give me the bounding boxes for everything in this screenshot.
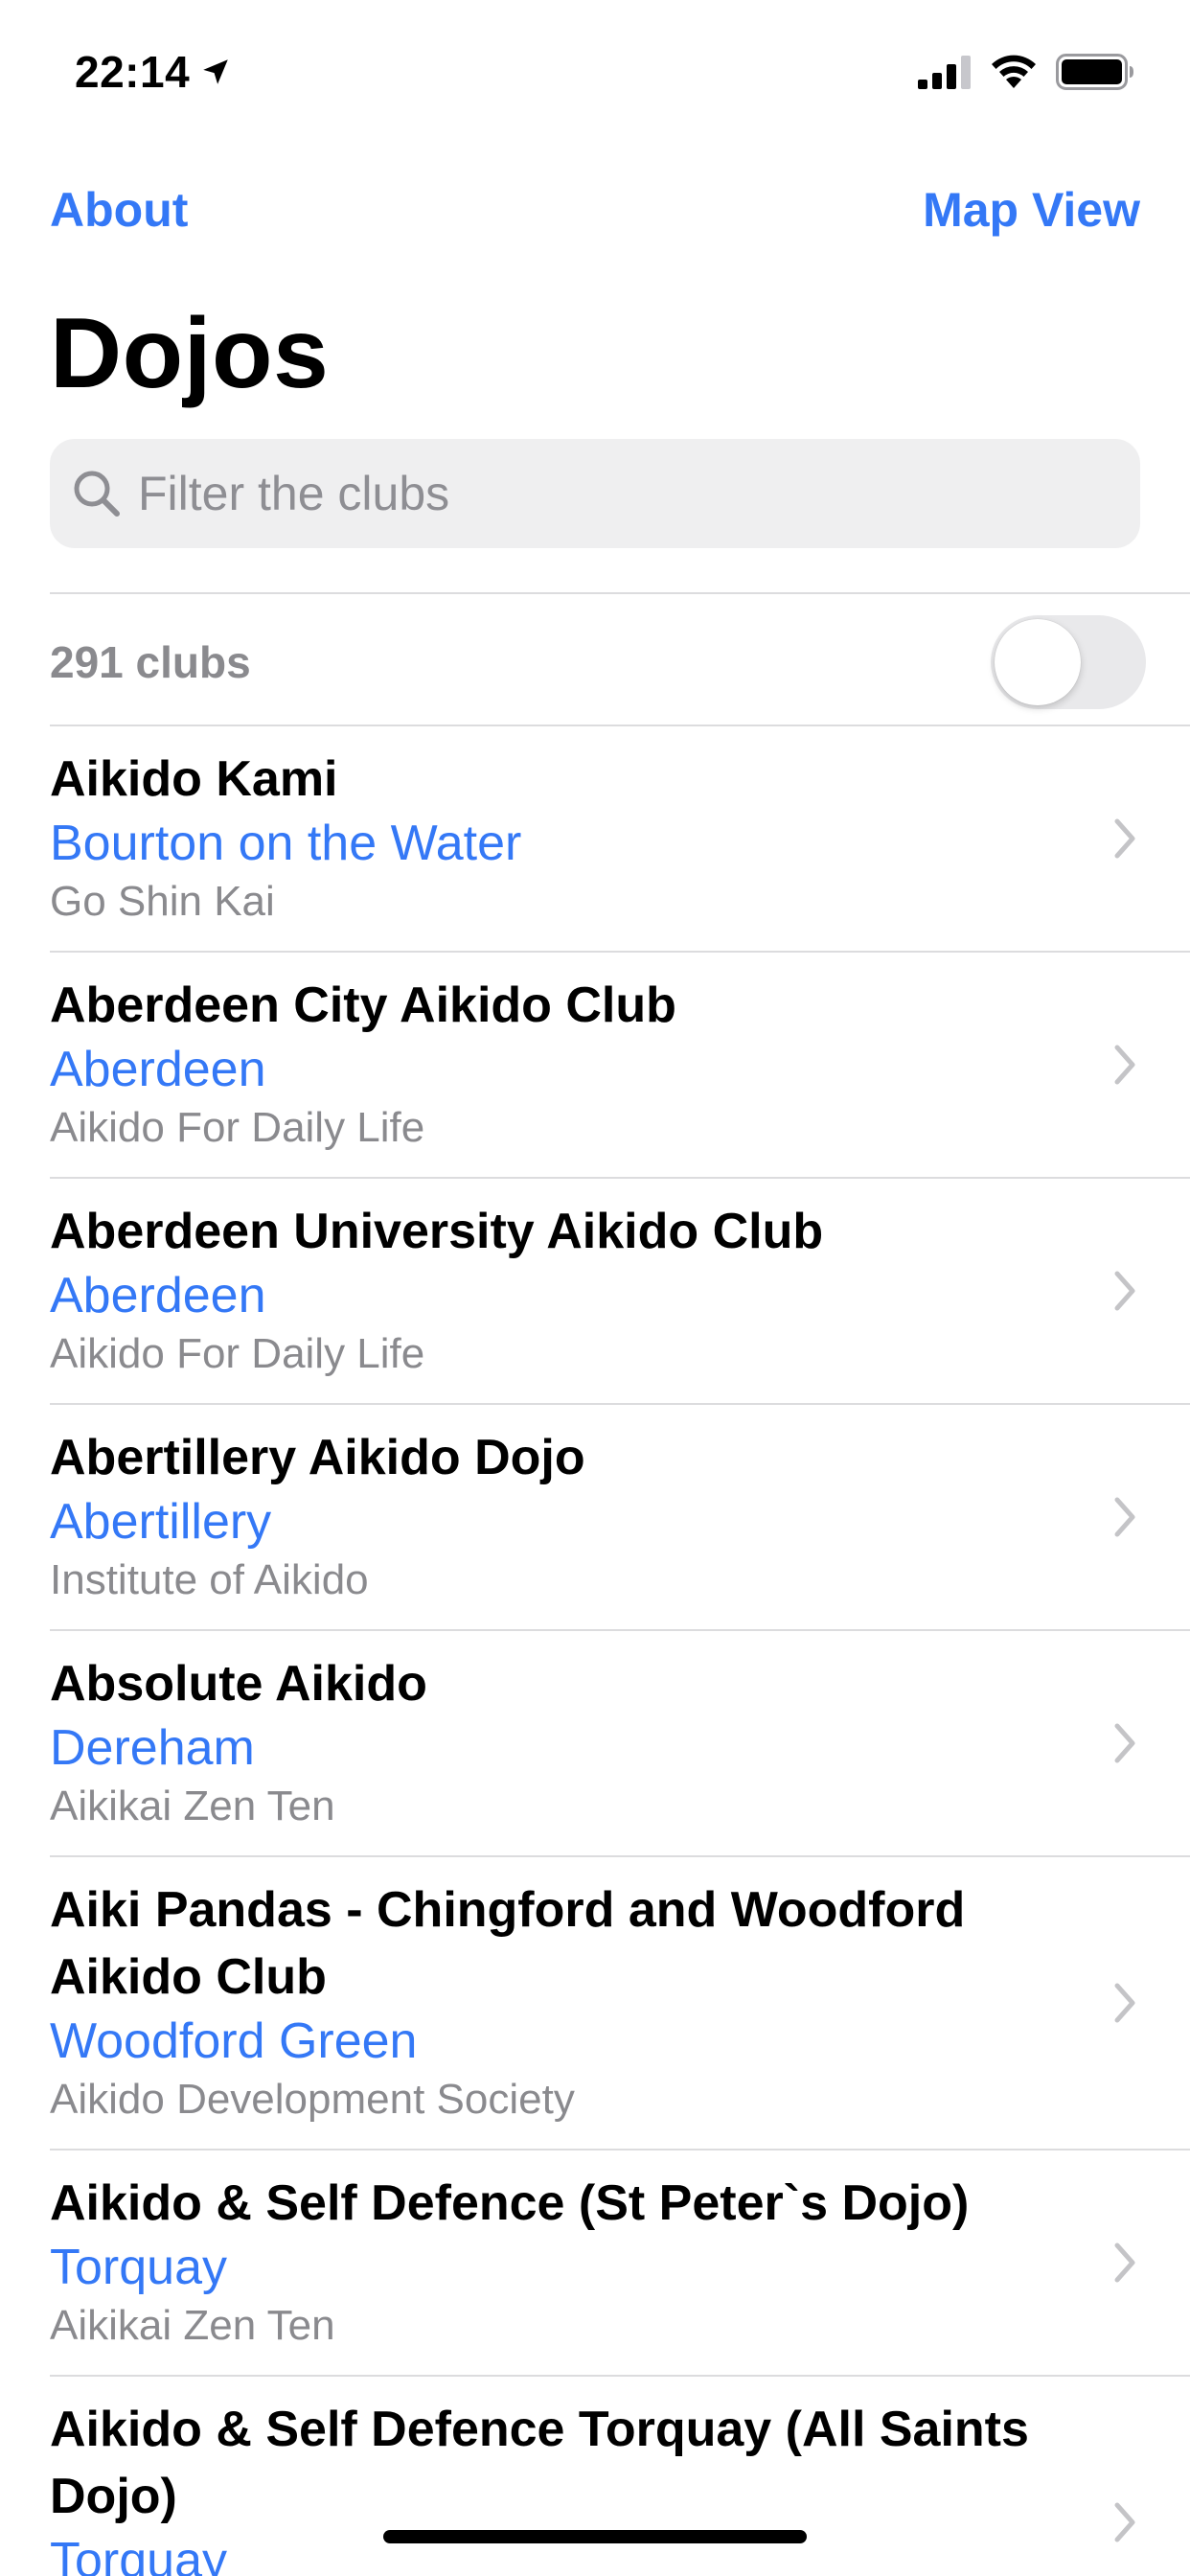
club-town: Dereham: [50, 1720, 255, 1776]
status-time-group: 22:14: [75, 46, 232, 98]
battery-icon: [1056, 54, 1133, 90]
club-row[interactable]: Aikido & Self Defence Torquay (All Saint…: [0, 2377, 1190, 2576]
search-input[interactable]: [138, 466, 1096, 521]
club-row[interactable]: Aiki Pandas - Chingford and Woodford Aik…: [0, 1857, 1190, 2150]
club-name: Aikido & Self Defence Torquay (All Saint…: [50, 2402, 1029, 2524]
club-organisation: Aikido For Daily Life: [50, 1104, 425, 1151]
status-bar: 22:14: [0, 0, 1190, 144]
location-arrow-icon: [203, 59, 228, 84]
status-time: 22:14: [75, 47, 191, 97]
club-organisation: Aikikai Zen Ten: [50, 1782, 335, 1829]
club-count-label: 291 clubs: [50, 637, 251, 687]
club-name: Aikido & Self Defence (St Peter`s Dojo): [50, 2175, 970, 2231]
search-field[interactable]: [50, 439, 1140, 548]
home-indicator[interactable]: [383, 2530, 807, 2543]
club-name: Aikido Kami: [50, 751, 338, 807]
club-row[interactable]: Aikido Kami Bourton on the Water Go Shin K…: [0, 726, 1190, 953]
club-name: Aiki Pandas - Chingford and Woodford Aik…: [50, 1882, 966, 2005]
chevron-right-icon: [1113, 1496, 1138, 1538]
club-organisation: Aikikai Zen Ten: [50, 2302, 335, 2349]
filter-toggle[interactable]: [991, 615, 1146, 709]
club-row[interactable]: Abertillery Aikido Dojo Abertillery Instit…: [0, 1405, 1190, 1631]
toggle-knob[interactable]: [995, 619, 1081, 705]
club-row[interactable]: Absolute Aikido Dereham Aikikai Zen Ten: [0, 1631, 1190, 1857]
status-icons: [918, 54, 1134, 90]
club-organisation: Institute of Aikido: [50, 1556, 369, 1603]
club-town: Torquay: [50, 2240, 227, 2295]
app-screen: 22:14 About Map View Dojos Filter the cl…: [0, 0, 1190, 2576]
chevron-right-icon: [1113, 2501, 1138, 2543]
club-name: Aberdeen City Aikido Club: [50, 978, 676, 1033]
club-name: Absolute Aikido: [50, 1656, 427, 1712]
club-name: Abertillery Aikido Dojo: [50, 1430, 585, 1485]
club-organisation: Aikido For Daily Life: [50, 1330, 425, 1377]
search-icon: [74, 471, 120, 517]
club-town: Bourton on the Water: [50, 816, 522, 871]
chevron-right-icon: [1113, 817, 1138, 860]
chevron-right-icon: [1113, 1270, 1138, 1312]
club-town: Aberdeen: [50, 1268, 266, 1323]
club-count-row: 291 clubs: [0, 594, 1190, 726]
chevron-right-icon: [1113, 1982, 1138, 2024]
club-row[interactable]: Aberdeen University Aikido Club Aberdeen A…: [0, 1179, 1190, 1405]
about-button[interactable]: About: [50, 182, 188, 238]
club-row[interactable]: Aberdeen City Aikido Club Aberdeen Aikido …: [0, 953, 1190, 1179]
map-view-button[interactable]: Map View: [923, 182, 1140, 238]
club-organisation: Aikido Development Society: [50, 2076, 575, 2123]
club-list: Aikido Kami Bourton on the Water Go Shin K…: [0, 726, 1190, 2576]
club-town: Aberdeen: [50, 1042, 266, 1097]
chevron-right-icon: [1113, 1044, 1138, 1086]
club-name: Aberdeen University Aikido Club: [50, 1204, 824, 1259]
club-organisation: Go Shin Kai: [50, 878, 275, 925]
cellular-signal-icon: [918, 56, 971, 89]
club-row[interactable]: Aikido & Self Defence (St Peter`s Dojo) T…: [0, 2150, 1190, 2377]
wifi-icon: [992, 55, 1036, 88]
club-town: Woodford Green: [50, 2013, 418, 2069]
page-title: Dojos: [50, 298, 330, 409]
club-town: Abertillery: [50, 1494, 272, 1550]
chevron-right-icon: [1113, 1722, 1138, 1764]
chevron-right-icon: [1113, 2242, 1138, 2284]
